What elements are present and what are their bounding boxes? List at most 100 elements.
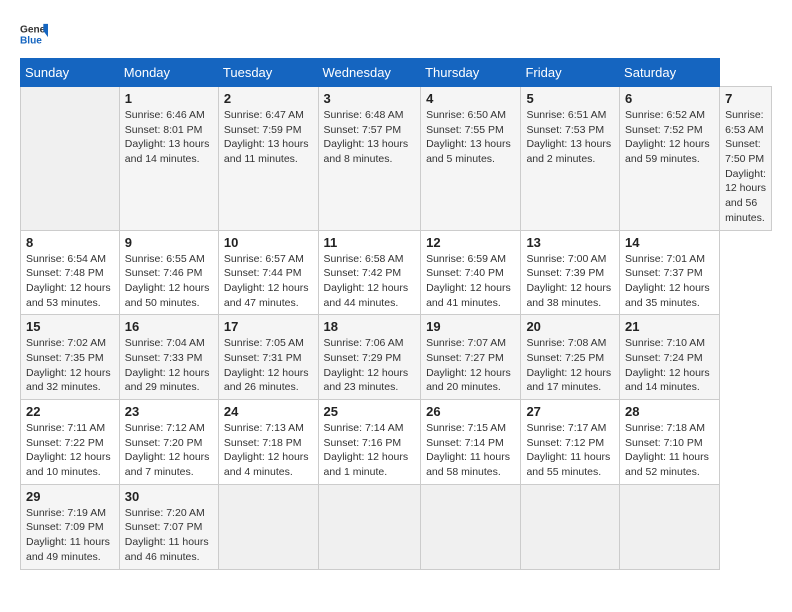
sunrise-text: Sunrise: 6:52 AM [625, 108, 714, 123]
sunrise-text: Sunrise: 6:46 AM [125, 108, 213, 123]
week-row-1: 1 Sunrise: 6:46 AM Sunset: 8:01 PM Dayli… [21, 87, 772, 231]
daylight-text: Daylight: 12 hours and 35 minutes. [625, 281, 714, 310]
day-info: Sunrise: 7:02 AM Sunset: 7:35 PM Dayligh… [26, 336, 114, 395]
day-cell: 26 Sunrise: 7:15 AM Sunset: 7:14 PM Dayl… [421, 400, 521, 485]
header-cell-monday: Monday [119, 59, 218, 87]
day-info: Sunrise: 6:50 AM Sunset: 7:55 PM Dayligh… [426, 108, 515, 167]
day-info: Sunrise: 7:11 AM Sunset: 7:22 PM Dayligh… [26, 421, 114, 480]
calendar-table: SundayMondayTuesdayWednesdayThursdayFrid… [20, 58, 772, 570]
header-cell-thursday: Thursday [421, 59, 521, 87]
day-info: Sunrise: 6:47 AM Sunset: 7:59 PM Dayligh… [224, 108, 313, 167]
day-info: Sunrise: 6:54 AM Sunset: 7:48 PM Dayligh… [26, 252, 114, 311]
sunset-text: Sunset: 7:39 PM [526, 266, 614, 281]
day-cell [620, 484, 720, 569]
sunset-text: Sunset: 7:20 PM [125, 436, 213, 451]
day-number: 6 [625, 91, 714, 106]
day-cell: 22 Sunrise: 7:11 AM Sunset: 7:22 PM Dayl… [21, 400, 120, 485]
sunrise-text: Sunrise: 7:06 AM [324, 336, 416, 351]
daylight-text: Daylight: 13 hours and 11 minutes. [224, 137, 313, 166]
sunrise-text: Sunrise: 7:11 AM [26, 421, 114, 436]
day-number: 26 [426, 404, 515, 419]
day-info: Sunrise: 6:46 AM Sunset: 8:01 PM Dayligh… [125, 108, 213, 167]
daylight-text: Daylight: 12 hours and 20 minutes. [426, 366, 515, 395]
day-info: Sunrise: 7:01 AM Sunset: 7:37 PM Dayligh… [625, 252, 714, 311]
day-info: Sunrise: 7:00 AM Sunset: 7:39 PM Dayligh… [526, 252, 614, 311]
day-cell: 16 Sunrise: 7:04 AM Sunset: 7:33 PM Dayl… [119, 315, 218, 400]
day-cell: 5 Sunrise: 6:51 AM Sunset: 7:53 PM Dayli… [521, 87, 620, 231]
day-number: 22 [26, 404, 114, 419]
day-number: 28 [625, 404, 714, 419]
sunset-text: Sunset: 7:22 PM [26, 436, 114, 451]
sunset-text: Sunset: 7:16 PM [324, 436, 416, 451]
sunrise-text: Sunrise: 7:13 AM [224, 421, 313, 436]
logo: General Blue [20, 20, 52, 48]
sunset-text: Sunset: 7:31 PM [224, 351, 313, 366]
daylight-text: Daylight: 13 hours and 8 minutes. [324, 137, 416, 166]
daylight-text: Daylight: 12 hours and 59 minutes. [625, 137, 714, 166]
daylight-text: Daylight: 12 hours and 50 minutes. [125, 281, 213, 310]
sunrise-text: Sunrise: 7:12 AM [125, 421, 213, 436]
day-number: 10 [224, 235, 313, 250]
daylight-text: Daylight: 12 hours and 47 minutes. [224, 281, 313, 310]
sunset-text: Sunset: 7:59 PM [224, 123, 313, 138]
sunset-text: Sunset: 7:40 PM [426, 266, 515, 281]
sunset-text: Sunset: 7:27 PM [426, 351, 515, 366]
sunrise-text: Sunrise: 7:08 AM [526, 336, 614, 351]
day-number: 4 [426, 91, 515, 106]
day-info: Sunrise: 7:19 AM Sunset: 7:09 PM Dayligh… [26, 506, 114, 565]
sunset-text: Sunset: 7:33 PM [125, 351, 213, 366]
sunrise-text: Sunrise: 7:17 AM [526, 421, 614, 436]
header-cell-wednesday: Wednesday [318, 59, 421, 87]
sunrise-text: Sunrise: 7:10 AM [625, 336, 714, 351]
day-number: 27 [526, 404, 614, 419]
week-row-5: 29 Sunrise: 7:19 AM Sunset: 7:09 PM Dayl… [21, 484, 772, 569]
day-number: 30 [125, 489, 213, 504]
sunrise-text: Sunrise: 7:00 AM [526, 252, 614, 267]
day-info: Sunrise: 7:06 AM Sunset: 7:29 PM Dayligh… [324, 336, 416, 395]
day-info: Sunrise: 7:13 AM Sunset: 7:18 PM Dayligh… [224, 421, 313, 480]
sunset-text: Sunset: 7:24 PM [625, 351, 714, 366]
day-cell: 8 Sunrise: 6:54 AM Sunset: 7:48 PM Dayli… [21, 230, 120, 315]
sunset-text: Sunset: 7:07 PM [125, 520, 213, 535]
day-cell: 13 Sunrise: 7:00 AM Sunset: 7:39 PM Dayl… [521, 230, 620, 315]
sunset-text: Sunset: 7:09 PM [26, 520, 114, 535]
day-info: Sunrise: 6:52 AM Sunset: 7:52 PM Dayligh… [625, 108, 714, 167]
day-info: Sunrise: 6:55 AM Sunset: 7:46 PM Dayligh… [125, 252, 213, 311]
daylight-text: Daylight: 12 hours and 17 minutes. [526, 366, 614, 395]
sunset-text: Sunset: 7:10 PM [625, 436, 714, 451]
week-row-3: 15 Sunrise: 7:02 AM Sunset: 7:35 PM Dayl… [21, 315, 772, 400]
day-number: 5 [526, 91, 614, 106]
svg-text:Blue: Blue [20, 35, 42, 46]
day-cell [21, 87, 120, 231]
day-cell [218, 484, 318, 569]
calendar-body: 1 Sunrise: 6:46 AM Sunset: 8:01 PM Dayli… [21, 87, 772, 570]
day-cell [421, 484, 521, 569]
daylight-text: Daylight: 12 hours and 41 minutes. [426, 281, 515, 310]
sunrise-text: Sunrise: 6:48 AM [324, 108, 416, 123]
day-info: Sunrise: 6:59 AM Sunset: 7:40 PM Dayligh… [426, 252, 515, 311]
day-number: 29 [26, 489, 114, 504]
day-cell: 3 Sunrise: 6:48 AM Sunset: 7:57 PM Dayli… [318, 87, 421, 231]
daylight-text: Daylight: 12 hours and 1 minute. [324, 450, 416, 479]
daylight-text: Daylight: 11 hours and 52 minutes. [625, 450, 714, 479]
daylight-text: Daylight: 12 hours and 44 minutes. [324, 281, 416, 310]
daylight-text: Daylight: 11 hours and 49 minutes. [26, 535, 114, 564]
day-cell: 2 Sunrise: 6:47 AM Sunset: 7:59 PM Dayli… [218, 87, 318, 231]
header-cell-sunday: Sunday [21, 59, 120, 87]
sunrise-text: Sunrise: 6:55 AM [125, 252, 213, 267]
daylight-text: Daylight: 11 hours and 46 minutes. [125, 535, 213, 564]
day-cell: 19 Sunrise: 7:07 AM Sunset: 7:27 PM Dayl… [421, 315, 521, 400]
day-number: 8 [26, 235, 114, 250]
day-info: Sunrise: 7:18 AM Sunset: 7:10 PM Dayligh… [625, 421, 714, 480]
day-cell: 20 Sunrise: 7:08 AM Sunset: 7:25 PM Dayl… [521, 315, 620, 400]
daylight-text: Daylight: 13 hours and 14 minutes. [125, 137, 213, 166]
day-info: Sunrise: 7:12 AM Sunset: 7:20 PM Dayligh… [125, 421, 213, 480]
week-row-4: 22 Sunrise: 7:11 AM Sunset: 7:22 PM Dayl… [21, 400, 772, 485]
day-number: 9 [125, 235, 213, 250]
header-cell-tuesday: Tuesday [218, 59, 318, 87]
sunrise-text: Sunrise: 7:20 AM [125, 506, 213, 521]
day-cell: 24 Sunrise: 7:13 AM Sunset: 7:18 PM Dayl… [218, 400, 318, 485]
day-cell: 23 Sunrise: 7:12 AM Sunset: 7:20 PM Dayl… [119, 400, 218, 485]
sunset-text: Sunset: 7:46 PM [125, 266, 213, 281]
sunset-text: Sunset: 8:01 PM [125, 123, 213, 138]
